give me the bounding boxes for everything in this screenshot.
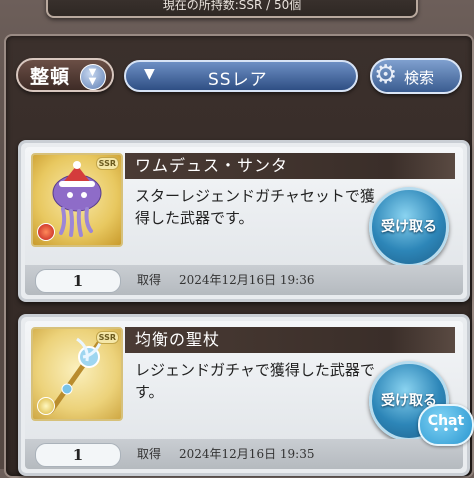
acquired-label: 取得: [137, 447, 162, 461]
search-label: 検索: [404, 69, 435, 87]
fire-element-icon: [37, 223, 55, 241]
receive-button[interactable]: 受け取る: [369, 187, 449, 267]
item-meta-strip: 1 取得 2024年12月16日 19:35: [25, 439, 463, 469]
item-card-body: SSR ワムデュス・サンタ スターレジェンドガチャセットで獲得した武器です。 受…: [25, 147, 463, 295]
item-card: SSR 均衡の聖杖 レジェンドガチャで獲得した武器です。 受け取る 1 取得 2…: [18, 314, 470, 476]
weapon-thumbnail: SSR: [31, 327, 123, 421]
inventory-count-text: 現在の所持数:SSR / 50個: [162, 0, 302, 12]
rarity-badge: SSR: [95, 157, 119, 170]
item-card-body: SSR 均衡の聖杖 レジェンドガチャで獲得した武器です。 受け取る 1 取得 2…: [25, 321, 463, 469]
acquired-date: 2024年12月16日 19:36: [179, 273, 315, 287]
chat-dots-icon: • • •: [432, 425, 460, 436]
item-name: ワムデュス・サンタ: [125, 153, 455, 179]
rarity-filter-label: SSレア: [208, 70, 268, 90]
gear-icon: ⚙: [374, 60, 398, 90]
chevron-double-down-icon: ▼ ▼: [80, 64, 106, 90]
item-description: レジェンドガチャで獲得した武器です。: [135, 361, 375, 401]
item-name: 均衡の聖杖: [125, 327, 455, 353]
dropdown-arrow-icon: ▼: [144, 66, 155, 82]
sort-label: 整頓: [30, 65, 71, 88]
item-list-panel: 整頓 ▼ ▼ ▼ SSレア ⚙ 検索 SSR ワムデュス・サンタ スターレジェン…: [4, 34, 474, 478]
toolbar: 整頓 ▼ ▼ ▼ SSレア ⚙ 検索: [6, 36, 472, 106]
chat-button[interactable]: Chat • • •: [418, 404, 474, 446]
light-element-icon: [37, 397, 55, 415]
item-quantity: 1: [35, 269, 121, 293]
rarity-filter-dropdown[interactable]: ▼ SSレア: [124, 60, 358, 92]
item-card: SSR ワムデュス・サンタ スターレジェンドガチャセットで獲得した武器です。 受…: [18, 140, 470, 302]
acquired-date: 2024年12月16日 19:35: [179, 447, 315, 461]
item-description: スターレジェンドガチャセットで獲得した武器です。: [135, 187, 375, 227]
item-quantity: 1: [35, 443, 121, 467]
item-meta-strip: 1 取得 2024年12月16日 19:36: [25, 265, 463, 295]
inventory-count-banner: 現在の所持数:SSR / 50個: [46, 0, 418, 18]
sort-button[interactable]: 整頓 ▼ ▼: [16, 58, 114, 92]
search-button[interactable]: ⚙ 検索: [370, 58, 462, 94]
acquired-label: 取得: [137, 273, 162, 287]
weapon-thumbnail: SSR: [31, 153, 123, 247]
rarity-badge: SSR: [95, 331, 119, 344]
